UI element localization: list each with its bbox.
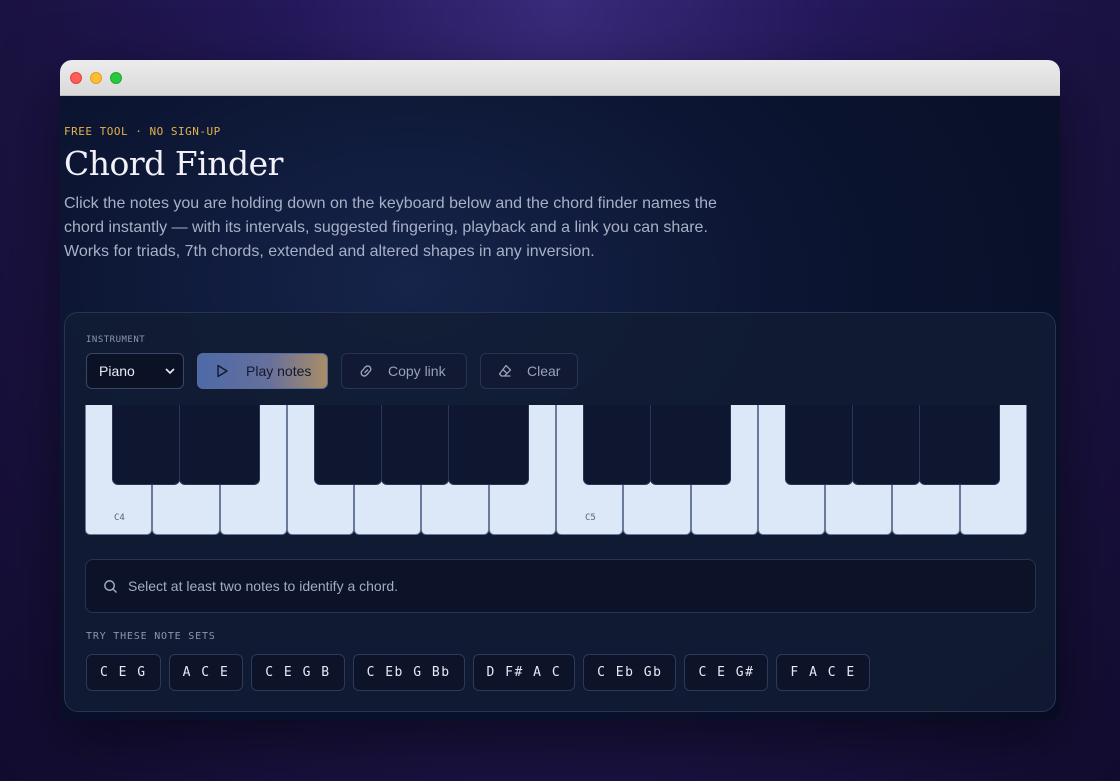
clear-label: Clear	[527, 363, 561, 379]
browser-window: FREE TOOL · NO SIGN-UP Chord Finder Clic…	[60, 60, 1060, 720]
preset-chip[interactable]: A C E	[168, 654, 244, 691]
black-key-fs5[interactable]	[785, 405, 853, 485]
black-key-cs4[interactable]	[112, 405, 180, 485]
instrument-select-value: Piano	[99, 363, 135, 379]
instrument-label: INSTRUMENT	[86, 335, 146, 345]
presets-label: TRY THESE NOTE SETS	[86, 631, 216, 642]
page-content: FREE TOOL · NO SIGN-UP Chord Finder Clic…	[60, 96, 1060, 720]
eyebrow-label: FREE TOOL · NO SIGN-UP	[64, 125, 221, 138]
black-key-cs5[interactable]	[583, 405, 651, 485]
preset-chip[interactable]: C Eb Gb	[583, 654, 677, 691]
chord-result-message: Select at least two notes to identify a …	[128, 578, 399, 594]
key-label-c4: C4	[114, 513, 125, 523]
preset-chip[interactable]: C E G	[86, 654, 161, 691]
copy-link-button[interactable]: Copy link	[341, 353, 467, 389]
instrument-select[interactable]: Piano	[86, 353, 184, 389]
link-icon	[360, 365, 372, 377]
title-bar	[60, 60, 1060, 96]
chord-result-panel: Select at least two notes to identify a …	[85, 559, 1036, 613]
play-notes-button[interactable]: Play notes	[197, 353, 328, 389]
black-key-fs4[interactable]	[314, 405, 382, 485]
chord-finder-card: INSTRUMENT Piano Play notes Copy link Cl…	[64, 312, 1056, 712]
chevron-down-icon	[165, 368, 175, 375]
black-key-ds4[interactable]	[179, 405, 260, 485]
page-description: Click the notes you are holding down on …	[64, 195, 717, 260]
preset-chip[interactable]: D F# A C	[472, 654, 576, 691]
copy-link-label: Copy link	[388, 363, 446, 379]
piano-keyboard: C4 C5	[85, 405, 1028, 535]
preset-chip[interactable]: F A C E	[776, 654, 870, 691]
black-key-gs4[interactable]	[381, 405, 449, 485]
page-title: Chord Finder	[64, 144, 283, 183]
black-key-ds5[interactable]	[650, 405, 731, 485]
maximize-window-button[interactable]	[110, 71, 122, 84]
play-notes-label: Play notes	[246, 363, 312, 379]
play-icon	[217, 364, 228, 378]
search-icon	[104, 579, 117, 593]
preset-chip[interactable]: C E G B	[251, 654, 345, 691]
close-window-button[interactable]	[70, 71, 82, 84]
eraser-icon	[498, 364, 512, 377]
black-key-as4[interactable]	[448, 405, 529, 485]
black-key-as5[interactable]	[919, 405, 1000, 485]
key-label-c5: C5	[585, 513, 596, 523]
preset-chip[interactable]: C Eb G Bb	[352, 654, 465, 691]
clear-button[interactable]: Clear	[480, 353, 578, 389]
black-key-gs5[interactable]	[852, 405, 920, 485]
preset-chips: C E G A C E C E G B C Eb G Bb D F# A C C…	[86, 654, 870, 691]
preset-chip[interactable]: C E G#	[684, 654, 769, 691]
minimize-window-button[interactable]	[90, 71, 102, 84]
